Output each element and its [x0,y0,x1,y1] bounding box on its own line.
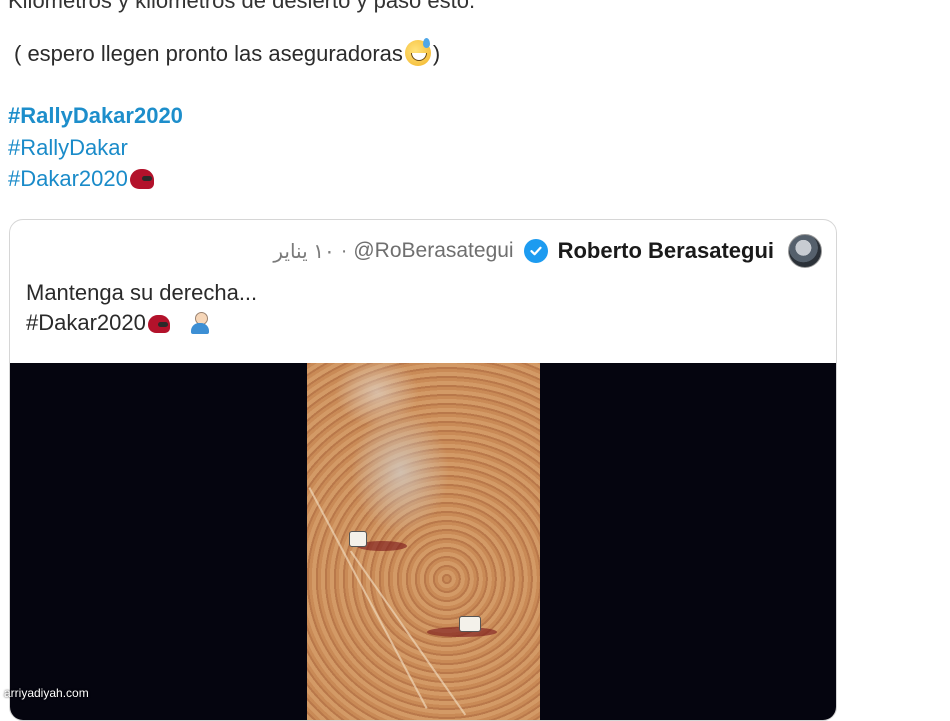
helmet-emoji-icon [147,315,170,333]
verified-badge-icon [523,239,548,263]
tweet-text-line: ( espero llegen pronto las aseguradoras) [14,38,441,67]
quoted-hashtag-dakar2020[interactable]: #Dakar2020 [26,310,146,335]
sweat-smile-emoji-icon [404,38,431,66]
separator-dot: · [340,239,348,262]
quoted-tweet-text: Mantenga su derecha... [26,280,258,305]
tweet-text: ( espero llegen pronto las aseguradoras [14,41,403,66]
cut-off-text-line: Kilómetros y kilómetros de desierto y pa… [8,0,476,13]
quoted-tweet-hashtag-line: #Dakar2020 [26,310,210,336]
helmet-emoji-icon [129,169,154,189]
watermark: arriyadiyah.com [4,686,89,700]
user-display-name[interactable]: Roberto Berasategui [558,238,774,264]
hashtag-dakar2020[interactable]: #Dakar2020 [8,166,128,191]
hashtag-rallydakar[interactable]: #RallyDakar [8,135,128,161]
quoted-tweet-header: ١٠ يناير · @RoBerasategui Roberto Berasa… [273,234,822,268]
hashtag-rallydakar2020[interactable]: #RallyDakar2020 [8,103,183,129]
tire-track [308,487,428,709]
vehicle [459,616,481,632]
avatar[interactable] [788,234,822,268]
tweet-date[interactable]: ١٠ يناير [273,239,334,264]
vehicle [349,531,367,547]
video-frame-desert [307,363,540,720]
user-handle[interactable]: @RoBerasategui [353,239,513,263]
hashtag-dakar2020-line: #Dakar2020 [8,166,154,192]
tweet-text-close: ) [432,41,441,66]
video-player[interactable] [10,363,836,720]
person-emoji-icon [190,312,210,334]
quoted-tweet-card[interactable]: ١٠ يناير · @RoBerasategui Roberto Berasa… [9,219,837,721]
